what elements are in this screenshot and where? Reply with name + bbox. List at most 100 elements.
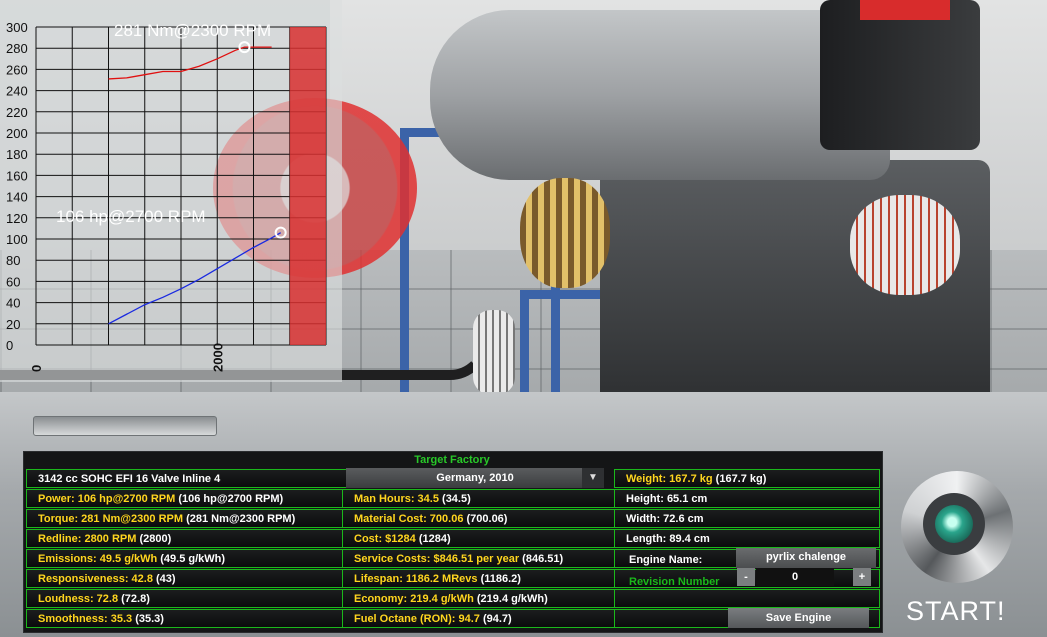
y-tick-label: 260	[6, 62, 28, 77]
power-peak-label: 106 hp@2700 RPM	[56, 207, 206, 226]
chart-annotations: 281 Nm@2300 RPM 106 hp@2700 RPM	[56, 21, 287, 239]
panel-slot	[33, 416, 217, 436]
torque-power-chart: 300 280 260 240 220 200 180 160 140 120 100 80 60 40 2…	[0, 0, 342, 382]
cost-text: (846.51)	[519, 553, 564, 565]
cost-row: Economy: 219.4 g/kWh (219.4 g/kWh)	[342, 589, 620, 608]
cost-text: (34.5)	[438, 493, 471, 505]
revision-label: Revision Number	[629, 576, 720, 588]
spec-text: (35.3)	[132, 613, 164, 625]
cost-row: Material Cost: 700.06 (700.06)	[342, 509, 620, 528]
spec-row: Smoothness: 35.3 (35.3)	[26, 609, 347, 628]
factory-selected: Germany, 2010	[436, 472, 514, 484]
engine-name-label: Engine Name:	[629, 554, 703, 566]
start-indicator-light	[935, 505, 973, 543]
spec-row: Redline: 2800 RPM (2800)	[26, 529, 347, 548]
revision-increment-button[interactable]: +	[853, 568, 871, 586]
y-tick-label: 40	[6, 296, 20, 311]
spec-value: Responsiveness: 42.8	[38, 573, 153, 585]
spec-value: Smoothness: 35.3	[38, 613, 133, 625]
spec-value: Emissions: 49.5 g/kWh	[38, 553, 158, 565]
y-tick-label: 140	[6, 190, 28, 205]
y-tick-label: 200	[6, 126, 28, 141]
y-tick-label: 100	[6, 232, 28, 247]
cost-row: Service Costs: $846.51 per year (846.51)	[342, 549, 620, 568]
chart-grid	[35, 26, 327, 346]
y-tick-label: 240	[6, 84, 28, 99]
dimension-text: Height: 65.1 cm	[626, 493, 708, 505]
spec-text: (72.8)	[118, 593, 150, 605]
dimension-row: Width: 72.6 cm	[614, 509, 880, 528]
cost-value: Man Hours: 34.5	[354, 493, 439, 505]
save-engine-button[interactable]: Save Engine	[728, 608, 869, 628]
start-button[interactable]: START!	[898, 468, 1023, 633]
spec-value: Loudness: 72.8	[38, 593, 119, 605]
intake-cap	[820, 0, 980, 150]
cost-row: Fuel Octane (RON): 94.7 (94.7)	[342, 609, 620, 628]
y-tick-label: 180	[6, 147, 28, 162]
table-header: Target Factory	[414, 454, 490, 466]
dimension-text: (167.7 kg)	[712, 473, 767, 485]
cost-text: (1284)	[415, 533, 451, 545]
y-tick-label: 0	[6, 338, 13, 353]
spec-row: Responsiveness: 42.8 (43)	[26, 569, 347, 588]
y-tick-label: 20	[6, 317, 20, 332]
red-part	[860, 0, 950, 20]
spec-row: 3142 cc SOHC EFI 16 Valve Inline 4	[26, 469, 347, 488]
dimension-row: Weight: 167.7 kg (167.7 kg)	[614, 469, 880, 488]
filter	[473, 310, 515, 395]
y-tick-label: 300	[6, 20, 28, 35]
spec-row: Loudness: 72.8 (72.8)	[26, 589, 347, 608]
spec-value: Redline: 2800 RPM	[38, 533, 137, 545]
dimension-value: Weight: 167.7 kg	[626, 473, 713, 485]
cost-row: Cost: $1284 (1284)	[342, 529, 620, 548]
spec-text: (2800)	[136, 533, 172, 545]
spec-value: Power: 106 hp@2700 RPM	[38, 493, 176, 505]
cost-value: Lifespan: 1186.2 MRevs	[354, 573, 478, 585]
x-axis-ticks: 0 2000	[29, 343, 225, 372]
cost-value: Material Cost: 700.06	[354, 513, 464, 525]
cooling-fan	[520, 178, 610, 288]
cost-text: (1186.2)	[477, 573, 521, 585]
spec-text: (281 Nm@2300 RPM)	[183, 513, 296, 525]
y-tick-label: 120	[6, 211, 28, 226]
chevron-down-icon: ▼	[582, 468, 604, 488]
spec-row: Power: 106 hp@2700 RPM (106 hp@2700 RPM)	[26, 489, 347, 508]
revision-value: 0	[756, 568, 834, 586]
revision-decrement-button[interactable]: -	[737, 568, 755, 586]
factory-dropdown[interactable]: Germany, 2010 ▼	[346, 468, 604, 488]
x-tick-label: 2000	[210, 343, 225, 372]
dimension-text: Length: 89.4 cm	[626, 533, 710, 545]
chart-svg: 3002802602402202001801601401201008060402…	[6, 20, 327, 372]
redline-zone	[289, 27, 326, 345]
dimension-row: Length: 89.4 cm	[614, 529, 880, 548]
cost-text: (219.4 g/kWh)	[473, 593, 548, 605]
dimension-row: Height: 65.1 cm	[614, 489, 880, 508]
y-tick-label: 80	[6, 253, 20, 268]
cost-row: Lifespan: 1186.2 MRevs (1186.2)	[342, 569, 620, 588]
spec-value: Torque: 281 Nm@2300 RPM	[38, 513, 184, 525]
spec-text: (49.5 g/kWh)	[157, 553, 226, 565]
dimension-text: Width: 72.6 cm	[626, 513, 704, 525]
spec-text: (106 hp@2700 RPM)	[175, 493, 284, 505]
power-line	[108, 232, 282, 325]
y-tick-label: 60	[6, 274, 20, 289]
spec-row: Emissions: 49.5 g/kWh (49.5 g/kWh)	[26, 549, 347, 568]
spec-text: 3142 cc SOHC EFI 16 Valve Inline 4	[38, 473, 221, 485]
spec-text: (43)	[152, 573, 176, 585]
cost-text: (94.7)	[479, 613, 512, 625]
start-label: START!	[906, 596, 1006, 626]
cost-value: Economy: 219.4 g/kWh	[354, 593, 474, 605]
x-tick-label: 0	[29, 365, 44, 372]
torque-peak-label: 281 Nm@2300 RPM	[114, 21, 271, 40]
cost-value: Cost: $1284	[354, 533, 416, 545]
engine-name-input[interactable]: pyrlix chalenge	[736, 548, 876, 568]
y-tick-label: 220	[6, 105, 28, 120]
cost-value: Fuel Octane (RON): 94.7	[354, 613, 480, 625]
y-tick-label: 280	[6, 41, 28, 56]
y-tick-label: 160	[6, 168, 28, 183]
chart-series	[108, 46, 282, 325]
dimension-row-empty	[614, 589, 880, 608]
cost-text: (700.06)	[463, 513, 508, 525]
cost-value: Service Costs: $846.51 per year	[354, 553, 520, 565]
spec-row: Torque: 281 Nm@2300 RPM (281 Nm@2300 RPM…	[26, 509, 347, 528]
